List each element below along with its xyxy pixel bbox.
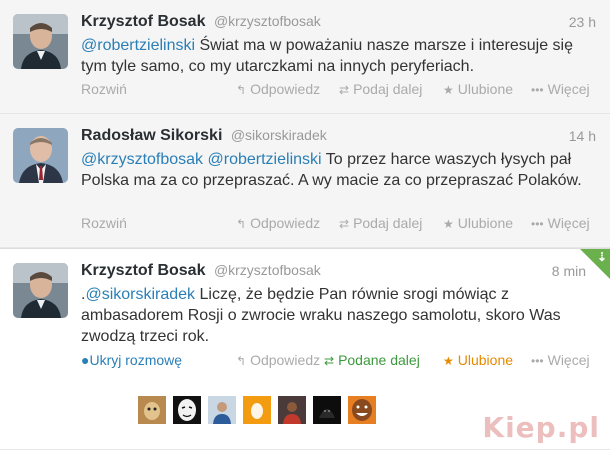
reply-icon: ↰	[236, 217, 247, 231]
retweet-label: Podaj dalej	[353, 81, 423, 97]
tweet-text: @krzysztofbosak @robertzielinski To prze…	[81, 149, 591, 191]
reply-label: Odpowiedz	[250, 352, 321, 368]
timestamp[interactable]: 8 min	[552, 263, 586, 279]
author-handle[interactable]: @krzysztofbosak	[214, 13, 321, 29]
tweet-text: @robertzielinski Świat ma w poważaniu na…	[81, 35, 591, 77]
hide-conversation-label: Ukryj rozmowę	[89, 352, 183, 368]
more-button[interactable]: ••• Więcej	[531, 215, 590, 231]
tweet-actions: ●Ukryj rozmowę ↰ Odpowiedz ⇄ Podane dalej …	[81, 352, 596, 370]
tweet[interactable]: Krzysztof Bosak @krzysztofbosak 23 h @ro…	[0, 0, 610, 114]
more-label: Więcej	[547, 215, 590, 231]
avatar[interactable]	[13, 128, 68, 183]
user-avatar[interactable]	[208, 396, 236, 424]
reply-label: Odpowiedz	[250, 215, 321, 231]
favorite-button[interactable]: ★ Ulubione	[443, 81, 513, 97]
retweeted-button[interactable]: ⇄ Podane dalej	[324, 352, 420, 368]
more-label: Więcej	[547, 81, 590, 97]
star-icon: ★	[443, 354, 454, 368]
hide-conversation-link[interactable]: ●Ukryj rozmowę	[81, 352, 182, 368]
tweet-header: Krzysztof Bosak @krzysztofbosak 23 h	[81, 13, 596, 33]
favorite-label: Ulubione	[457, 352, 514, 368]
retweet-icon: ⇄	[339, 217, 350, 231]
retweet-label: Podane dalej	[338, 352, 420, 368]
reply-button[interactable]: ↰ Odpowiedz	[236, 81, 320, 97]
tweet-actions: Rozwiń ↰ Odpowiedz ⇄ Podaj dalej ★ Ulubione…	[81, 81, 596, 99]
tweet-header: Krzysztof Bosak @krzysztofbosak 8 min	[81, 262, 596, 282]
reply-button[interactable]: ↰ Odpowiedz	[236, 352, 320, 368]
avatar[interactable]	[13, 14, 68, 69]
watermark: Kiep.pl	[482, 411, 600, 444]
user-avatar[interactable]	[243, 396, 271, 424]
retweet-button[interactable]: ⇄ Podaj dalej	[339, 81, 422, 97]
expand-link[interactable]: Rozwiń	[81, 215, 127, 231]
more-button[interactable]: ••• Więcej	[531, 352, 590, 368]
more-dots-icon: •••	[531, 217, 544, 231]
favorited-button[interactable]: ★ Ulubione	[443, 352, 513, 368]
user-avatar[interactable]	[348, 396, 376, 424]
mention-link[interactable]: @robertzielinski	[81, 37, 195, 54]
user-avatar[interactable]	[278, 396, 306, 424]
star-icon: ★	[443, 83, 454, 97]
reply-icon: ↰	[236, 354, 247, 368]
retweet-corner-icon: ⇣	[596, 250, 607, 264]
retweet-label: Podaj dalej	[353, 215, 423, 231]
tweet-text: .@sikorskiradek Liczę, że będzie Pan rów…	[81, 284, 591, 347]
retweet-icon: ⇄	[324, 354, 335, 368]
timestamp[interactable]: 14 h	[569, 128, 596, 144]
star-icon: ★	[443, 217, 454, 231]
more-dots-icon: •••	[531, 83, 544, 97]
mention-link[interactable]: @sikorskiradek	[85, 286, 195, 303]
user-avatar[interactable]	[313, 396, 341, 424]
author-name[interactable]: Krzysztof Bosak	[81, 13, 205, 30]
more-label: Więcej	[547, 352, 590, 368]
reply-label: Odpowiedz	[250, 81, 321, 97]
retweet-button[interactable]: ⇄ Podaj dalej	[339, 215, 422, 231]
retweet-icon: ⇄	[339, 83, 350, 97]
author-handle[interactable]: @krzysztofbosak	[214, 262, 321, 278]
tweet-expanded[interactable]: ⇣ Krzysztof Bosak @krzysztofbosak 8 min …	[0, 248, 610, 450]
reply-button[interactable]: ↰ Odpowiedz	[236, 215, 320, 231]
more-dots-icon: •••	[531, 354, 544, 368]
author-name[interactable]: Radosław Sikorski	[81, 127, 222, 144]
author-handle[interactable]: @sikorskiradek	[231, 127, 327, 143]
mention-link[interactable]: @robertzielinski	[208, 151, 322, 168]
tweet[interactable]: Radosław Sikorski @sikorskiradek 14 h @k…	[0, 114, 610, 248]
more-button[interactable]: ••• Więcej	[531, 81, 590, 97]
tweet-header: Radosław Sikorski @sikorskiradek 14 h	[81, 127, 596, 147]
avatar[interactable]	[13, 263, 68, 318]
author-name[interactable]: Krzysztof Bosak	[81, 262, 205, 279]
favorite-button[interactable]: ★ Ulubione	[443, 215, 513, 231]
user-avatar[interactable]	[173, 396, 201, 424]
favorite-label: Ulubione	[457, 81, 514, 97]
favorite-label: Ulubione	[457, 215, 514, 231]
user-avatar[interactable]	[138, 396, 166, 424]
tweet-actions: Rozwiń ↰ Odpowiedz ⇄ Podaj dalej ★ Ulubione…	[81, 215, 596, 233]
reply-icon: ↰	[236, 83, 247, 97]
timestamp[interactable]: 23 h	[569, 14, 596, 30]
expand-link[interactable]: Rozwiń	[81, 81, 127, 97]
mention-link[interactable]: @krzysztofbosak	[81, 151, 203, 168]
